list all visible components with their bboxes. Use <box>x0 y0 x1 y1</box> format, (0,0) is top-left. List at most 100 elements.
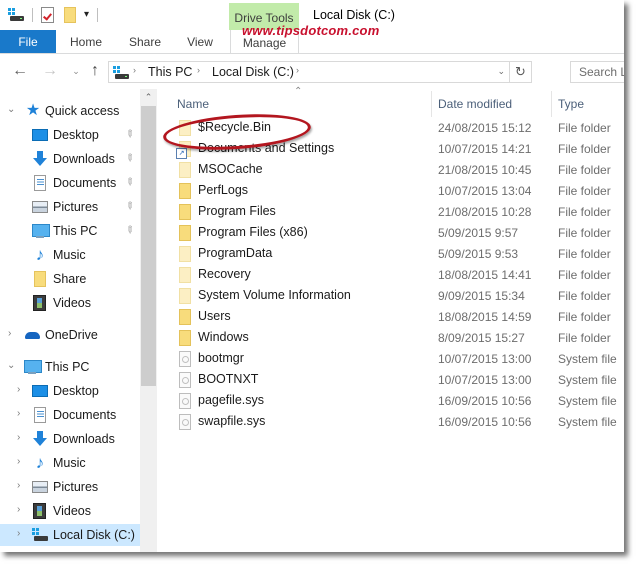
file-date-modified: 9/09/2015 15:34 <box>438 289 525 303</box>
sidebar-item-local-disk[interactable]: › Local Disk (C:) <box>0 524 140 546</box>
sidebar-item-share[interactable]: Share <box>0 268 140 290</box>
refresh-button[interactable]: ↻ <box>509 62 531 82</box>
chevron-right-icon[interactable]: › <box>17 528 20 539</box>
drive-icon[interactable] <box>8 8 24 22</box>
breadcrumb-separator-icon[interactable]: › <box>133 65 136 75</box>
sidebar-item-pc-videos[interactable]: › Videos <box>0 500 140 522</box>
address-dropdown-icon[interactable]: ⌄ <box>497 66 505 77</box>
sidebar-item-pc-documents[interactable]: › Documents <box>0 404 140 426</box>
file-type: File folder <box>558 163 611 177</box>
file-date-modified: 16/09/2015 10:56 <box>438 394 532 408</box>
column-divider[interactable] <box>551 91 552 117</box>
scroll-thumb[interactable] <box>141 106 156 386</box>
shortcut-folder-icon <box>176 141 191 159</box>
file-row[interactable]: swapfile.sys 16/09/2015 10:56 System fil… <box>157 411 624 432</box>
chevron-right-icon[interactable]: › <box>17 384 20 395</box>
sidebar-item-downloads[interactable]: Downloads ✎ <box>0 148 140 170</box>
sidebar-item-pc-pictures[interactable]: › Pictures <box>0 476 140 498</box>
sidebar-item-this-pc-pinned[interactable]: This PC ✎ <box>0 220 140 242</box>
pictures-icon <box>32 201 48 213</box>
file-row[interactable]: bootmgr 10/07/2015 13:00 System file <box>157 348 624 369</box>
pin-icon[interactable]: ✎ <box>122 128 136 142</box>
chevron-right-icon[interactable]: › <box>17 480 20 491</box>
documents-icon <box>34 175 46 191</box>
file-name: MSOCache <box>198 162 263 176</box>
column-header-name[interactable]: Name <box>177 97 209 111</box>
folder-icon <box>179 204 191 220</box>
breadcrumb-separator-icon[interactable]: › <box>197 65 200 75</box>
pin-icon[interactable]: ✎ <box>122 224 136 238</box>
breadcrumb-this-pc[interactable]: This PC <box>148 65 192 79</box>
file-name: Documents and Settings <box>198 141 335 155</box>
desktop-icon <box>32 129 48 141</box>
column-header-type[interactable]: Type <box>558 97 584 111</box>
videos-icon <box>33 503 46 519</box>
back-button[interactable]: ← <box>12 62 28 80</box>
file-row[interactable]: $Recycle.Bin 24/08/2015 15:12 File folde… <box>157 117 624 138</box>
tab-view[interactable]: View <box>187 30 213 53</box>
file-row[interactable]: pagefile.sys 16/09/2015 10:56 System fil… <box>157 390 624 411</box>
file-row[interactable]: BOOTNXT 10/07/2015 13:00 System file <box>157 369 624 390</box>
sidebar-item-music[interactable]: ♪ Music <box>0 244 140 266</box>
chevron-right-icon[interactable]: › <box>17 432 20 443</box>
file-row[interactable]: MSOCache 21/08/2015 10:45 File folder <box>157 159 624 180</box>
forward-button[interactable]: → <box>42 62 58 80</box>
new-folder-icon[interactable] <box>64 7 76 23</box>
chevron-right-icon[interactable]: › <box>17 408 20 419</box>
tab-share[interactable]: Share <box>129 30 161 53</box>
sidebar-item-quick-access[interactable]: ⌄ ★ Quick access <box>0 100 140 122</box>
tab-home[interactable]: Home <box>70 30 102 53</box>
file-row[interactable]: Documents and Settings 10/07/2015 14:21 … <box>157 138 624 159</box>
breadcrumb-local-disk[interactable]: Local Disk (C:) <box>212 65 294 79</box>
sidebar-item-label: Documents <box>53 176 117 190</box>
file-type: File folder <box>558 289 611 303</box>
chevron-down-icon[interactable]: ⌄ <box>7 360 15 371</box>
sidebar-item-documents[interactable]: Documents ✎ <box>0 172 140 194</box>
column-header-date-modified[interactable]: Date modified <box>438 97 512 111</box>
sidebar-item-label: Pictures <box>53 480 99 494</box>
sidebar-item-label: Quick access <box>45 104 120 118</box>
search-input[interactable]: Search Local Disk (C:) <box>570 61 624 83</box>
address-bar[interactable]: › This PC › Local Disk (C:) › ⌄ ↻ <box>108 61 532 83</box>
sidebar-item-pc-music[interactable]: › ♪ Music <box>0 452 140 474</box>
system-file-icon <box>179 393 191 409</box>
scroll-up-icon[interactable]: ⌃ <box>140 89 157 106</box>
sidebar-item-pictures[interactable]: Pictures ✎ <box>0 196 140 218</box>
recent-locations-button[interactable]: ⌄ <box>68 62 84 80</box>
tab-file[interactable]: File <box>0 30 56 53</box>
sidebar-item-this-pc[interactable]: ⌄ This PC <box>0 356 140 378</box>
column-divider[interactable] <box>431 91 432 117</box>
file-row[interactable]: ProgramData 5/09/2015 9:53 File folder <box>157 243 624 264</box>
this-pc-icon <box>24 359 42 375</box>
sidebar-item-desktop[interactable]: Desktop ✎ <box>0 124 140 146</box>
file-row[interactable]: Program Files (x86) 5/09/2015 9:57 File … <box>157 222 624 243</box>
folder-icon <box>179 183 191 199</box>
sidebar-item-videos[interactable]: Videos <box>0 292 140 314</box>
chevron-right-icon[interactable]: › <box>17 456 20 467</box>
file-row[interactable]: Program Files 21/08/2015 10:28 File fold… <box>157 201 624 222</box>
sidebar-item-label: Desktop <box>53 384 99 398</box>
file-row[interactable]: Users 18/08/2015 14:59 File folder <box>157 306 624 327</box>
pin-icon[interactable]: ✎ <box>122 152 136 166</box>
music-icon: ♪ <box>35 245 45 264</box>
file-row[interactable]: PerfLogs 10/07/2015 13:04 File folder <box>157 180 624 201</box>
file-row[interactable]: Windows 8/09/2015 15:27 File folder <box>157 327 624 348</box>
sidebar-item-onedrive[interactable]: › OneDrive <box>0 324 140 346</box>
file-date-modified: 10/07/2015 13:00 <box>438 373 532 387</box>
customize-dropdown-icon[interactable]: ▾ <box>84 10 89 20</box>
properties-icon[interactable] <box>41 7 54 23</box>
sidebar-item-pc-desktop[interactable]: › Desktop <box>0 380 140 402</box>
file-explorer-window: ▾ Drive Tools Local Disk (C:) File Home … <box>0 0 624 552</box>
breadcrumb-separator-icon[interactable]: › <box>296 65 299 75</box>
pin-icon[interactable]: ✎ <box>122 200 136 214</box>
navigation-pane-scrollbar[interactable]: ⌃ <box>140 89 157 552</box>
up-button[interactable]: ↑ <box>87 62 103 80</box>
sidebar-item-pc-downloads[interactable]: › Downloads <box>0 428 140 450</box>
file-row[interactable]: Recovery 18/08/2015 14:41 File folder <box>157 264 624 285</box>
chevron-down-icon[interactable]: ⌄ <box>7 104 15 115</box>
file-row[interactable]: System Volume Information 9/09/2015 15:3… <box>157 285 624 306</box>
chevron-right-icon[interactable]: › <box>17 504 20 515</box>
pin-icon[interactable]: ✎ <box>122 176 136 190</box>
hidden-folder-icon <box>179 288 191 304</box>
chevron-right-icon[interactable]: › <box>8 328 11 339</box>
